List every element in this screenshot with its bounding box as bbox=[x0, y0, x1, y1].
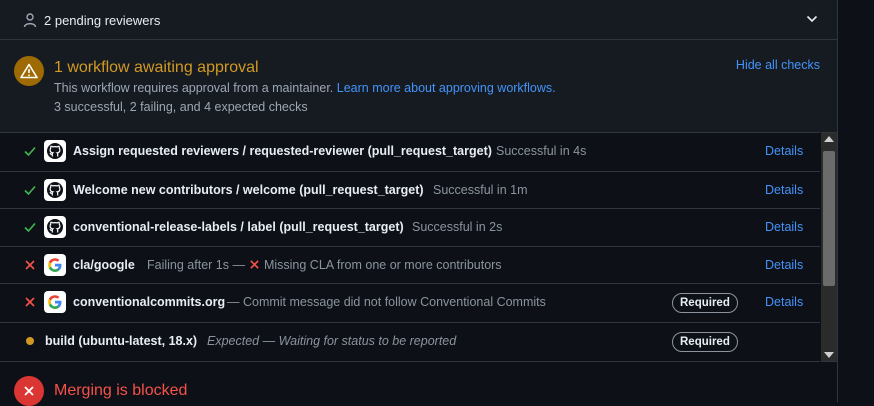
check-row: build (ubuntu-latest, 18.x) Expected — W… bbox=[0, 322, 820, 359]
details-link[interactable]: Details bbox=[765, 220, 803, 234]
details-link[interactable]: Details bbox=[765, 258, 803, 272]
check-status-text: Successful in 1m bbox=[433, 183, 528, 197]
failure-duration-text: Failing after 1s — bbox=[147, 258, 245, 272]
github-icon bbox=[44, 140, 66, 162]
scroll-up-arrow-icon[interactable] bbox=[824, 136, 834, 142]
x-icon bbox=[25, 297, 35, 307]
check-name: conventional-release-labels / label (pul… bbox=[73, 220, 404, 234]
check-icon bbox=[24, 146, 36, 157]
github-icon bbox=[44, 216, 66, 238]
pending-reviewers-bar[interactable]: 2 pending reviewers bbox=[0, 0, 837, 40]
google-icon bbox=[44, 254, 66, 276]
check-status-text: Successful in 2s bbox=[412, 220, 503, 234]
pending-dot-icon bbox=[26, 337, 34, 345]
failure-reason-text: Missing CLA from one or more contributor… bbox=[263, 258, 502, 272]
x-icon bbox=[25, 260, 35, 270]
check-row: conventional-release-labels / label (pul… bbox=[0, 208, 820, 245]
learn-more-link[interactable]: Learn more about approving workflows. bbox=[337, 81, 556, 95]
check-row: Welcome new contributors / welcome (pull… bbox=[0, 171, 820, 208]
alert-icon bbox=[14, 56, 44, 86]
check-row: conventionalcommits.org — Commit message… bbox=[0, 283, 820, 320]
github-icon bbox=[44, 179, 66, 201]
merge-box: 2 pending reviewers 1 workflow awaiting … bbox=[0, 0, 838, 406]
person-icon bbox=[23, 13, 37, 28]
checks-scrollbar[interactable] bbox=[821, 132, 837, 362]
google-icon bbox=[44, 291, 66, 313]
check-row: Assign requested reviewers / requested-r… bbox=[0, 133, 820, 170]
approval-description: This workflow requires approval from a m… bbox=[54, 81, 556, 95]
details-link[interactable]: Details bbox=[765, 295, 803, 309]
check-name: Assign requested reviewers / requested-r… bbox=[73, 144, 492, 158]
check-name: conventionalcommits.org bbox=[73, 295, 226, 309]
approval-title: 1 workflow awaiting approval bbox=[54, 59, 259, 76]
check-status-text: Expected — Waiting for status to be repo… bbox=[207, 334, 457, 348]
check-name: build (ubuntu-latest, 18.x) bbox=[45, 334, 198, 348]
required-badge: Required bbox=[672, 293, 738, 313]
check-name: cla/google bbox=[73, 258, 135, 272]
scrollbar-thumb[interactable] bbox=[823, 151, 835, 286]
workflow-approval-section: 1 workflow awaiting approval This workfl… bbox=[0, 40, 837, 132]
merge-blocked-title: Merging is blocked bbox=[54, 382, 188, 399]
details-link[interactable]: Details bbox=[765, 183, 803, 197]
hide-all-checks-link[interactable]: Hide all checks bbox=[736, 58, 820, 72]
scroll-down-arrow-icon[interactable] bbox=[824, 352, 834, 358]
check-status-text: Failing after 1s — Missing CLA from one o… bbox=[147, 258, 502, 272]
approval-description-text: This workflow requires approval from a m… bbox=[54, 81, 334, 95]
required-badge: Required bbox=[672, 332, 738, 352]
chevron-down-icon[interactable] bbox=[806, 14, 818, 24]
check-status-text: Successful in 4s bbox=[496, 144, 587, 158]
check-name: Welcome new contributors / welcome (pull… bbox=[73, 183, 424, 197]
check-row: cla/google Failing after 1s — Missing CLA… bbox=[0, 246, 820, 283]
check-icon bbox=[24, 185, 36, 196]
pending-reviewers-label: 2 pending reviewers bbox=[44, 13, 161, 28]
checks-list: Assign requested reviewers / requested-r… bbox=[0, 132, 820, 362]
x-icon bbox=[250, 260, 259, 269]
check-icon bbox=[24, 222, 36, 233]
details-link[interactable]: Details bbox=[765, 144, 803, 158]
checks-summary: 3 successful, 2 failing, and 4 expected … bbox=[54, 100, 308, 114]
check-status-text: — Commit message did not follow Conventi… bbox=[227, 295, 546, 309]
